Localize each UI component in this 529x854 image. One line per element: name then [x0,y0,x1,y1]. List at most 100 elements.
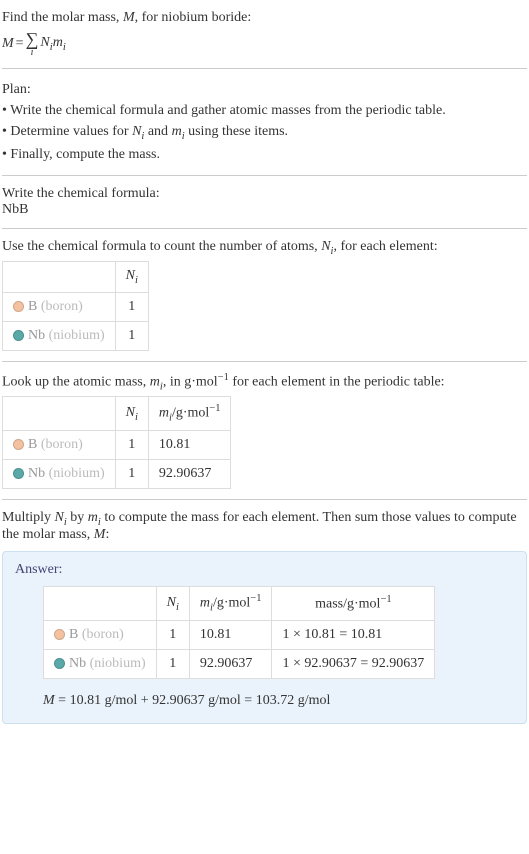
calc-cell: 1 × 10.81 = 10.81 [272,620,435,649]
table-header-row: Ni mi/g·mol−1 [3,397,231,430]
mass-section: Look up the atomic mass, mi, in g·mol−1 … [2,368,527,493]
plan-line-1: • Write the chemical formula and gather … [2,100,527,121]
sigma-sub: i [31,48,34,58]
eq-lhs-M: M [2,36,14,52]
chemical-formula: NbB [2,202,527,218]
swatch-icon [13,301,24,312]
mass-text: Look up the atomic mass, mi, in g·mol−1 … [2,372,527,392]
ans-col-element [44,587,157,620]
final-rest: = 10.81 g/mol + 92.90637 g/mol = 103.72 … [55,693,331,708]
mass-m: m [150,374,160,389]
el-sym: Nb [28,328,45,343]
table-header-row: Ni mi/g·mol−1 mass/g·mol−1 [44,587,435,620]
mult-M: M [94,527,106,542]
el-sym: Nb [28,466,45,481]
mass-col-mi: mi/g·mol−1 [148,397,231,430]
plan2-m: m [172,124,182,139]
col-N-sub: i [135,411,138,422]
count-a: Use the chemical formula to count the nu… [2,239,321,254]
mult-N: N [55,510,64,525]
calc-cell: 1 × 92.90637 = 92.90637 [272,649,435,678]
element-cell: Nb (niobium) [44,649,157,678]
col-mass-exp: −1 [380,594,391,605]
el-sym: B [69,627,78,642]
intro-section: Find the molar mass, M , for niobium bori… [2,4,527,62]
n-cell: 1 [156,620,189,649]
eq-equals: = [16,36,24,52]
el-name: (boron) [41,299,83,314]
swatch-icon [13,468,24,479]
formula-section: Write the chemical formula: NbB [2,182,527,222]
count-b: , for each element: [333,239,437,254]
divider [2,68,527,69]
element-cell: Nb (niobium) [3,321,116,350]
n-cell: 1 [115,292,148,321]
element-cell: B (boron) [3,430,116,459]
col-exp: −1 [250,593,261,604]
divider [2,361,527,362]
count-N: N [321,239,330,254]
final-equation: M = 10.81 g/mol + 92.90637 g/mol = 103.7… [43,693,514,709]
sigma-symbol: ∑ [26,30,39,48]
swatch-icon [13,330,24,341]
m-cell: 92.90637 [189,649,272,678]
rhs-N: N [40,35,49,50]
answer-box: Answer: Ni mi/g·mol−1 mass/g·mol−1 B (bo… [2,551,527,723]
ans-col-mass: mass/g·mol−1 [272,587,435,620]
n-cell: 1 [115,430,148,459]
rhs-m-sub: i [63,41,66,52]
molar-mass-equation: M = ∑ i Nimi [2,30,527,58]
col-N: N [167,595,176,610]
col-unit: /g·mol [172,406,209,421]
ans-col-mi: mi/g·mol−1 [189,587,272,620]
divider [2,228,527,229]
mass-col-element [3,397,116,430]
mult-b: by [67,510,88,525]
n-cell: 1 [115,459,148,488]
col-m: m [200,596,210,611]
plan-line-3: • Finally, compute the mass. [2,144,527,165]
swatch-icon [54,658,65,669]
formula-heading: Write the chemical formula: [2,186,527,202]
count-col-Ni: Ni [115,261,148,292]
el-name: (niobium) [49,328,105,343]
divider [2,175,527,176]
count-table: Ni B (boron) 1 Nb (niobium) 1 [2,261,149,351]
table-row: Nb (niobium) 1 92.90637 1 × 92.90637 = 9… [44,649,435,678]
element-cell: B (boron) [3,292,116,321]
col-m: m [159,406,169,421]
plan-heading: Plan: [2,79,527,100]
ans-col-Ni: Ni [156,587,189,620]
el-name: (niobium) [90,656,146,671]
plan-line-2: • Determine values for Ni and mi using t… [2,121,527,145]
col-unit: /g·mol [213,596,250,611]
el-sym: B [28,437,37,452]
answer-table: Ni mi/g·mol−1 mass/g·mol−1 B (boron) 1 1… [43,586,435,678]
m-cell: 10.81 [148,430,231,459]
element-cell: Nb (niobium) [3,459,116,488]
swatch-icon [13,439,24,450]
col-exp: −1 [209,403,220,414]
mult-a: Multiply [2,510,55,525]
el-sym: Nb [69,656,86,671]
prompt-suffix: , for niobium boride: [135,10,252,25]
mult-d: : [105,527,109,542]
prompt-prefix: Find the molar mass, [2,10,123,25]
plan2-b: using these items. [185,124,288,139]
count-col-element [3,261,116,292]
el-name: (boron) [41,437,83,452]
mass-c: for each element in the periodic table: [229,374,445,389]
col-N: N [126,268,135,283]
mass-col-Ni: Ni [115,397,148,430]
n-cell: 1 [156,649,189,678]
table-row: B (boron) 1 10.81 [3,430,231,459]
m-cell: 92.90637 [148,459,231,488]
count-text: Use the chemical formula to count the nu… [2,239,527,257]
table-row: B (boron) 1 10.81 1 × 10.81 = 10.81 [44,620,435,649]
mass-table: Ni mi/g·mol−1 B (boron) 1 10.81 Nb (niob… [2,396,231,488]
el-name: (niobium) [49,466,105,481]
divider [2,499,527,500]
table-row: Nb (niobium) 1 [3,321,149,350]
sigma-block: ∑ i [26,30,39,58]
plan2-mid: and [144,124,171,139]
